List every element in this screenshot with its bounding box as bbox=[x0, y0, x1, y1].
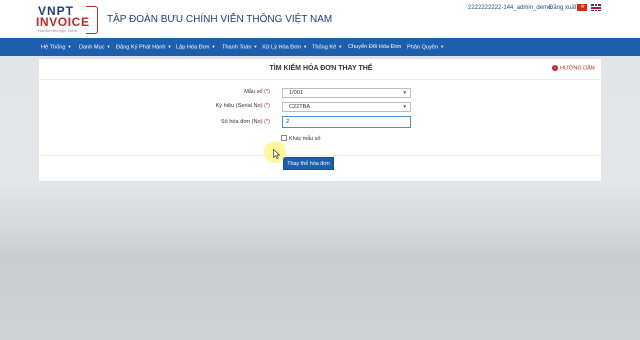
nav-label: Xử Lý Hóa Đơn bbox=[262, 44, 302, 51]
nav-item-thong-ke[interactable]: Thống Kê ▼ bbox=[312, 38, 342, 56]
nav-item-dang-ky-phat-hanh[interactable]: Đăng Ký Phát Hành ▼ bbox=[116, 38, 171, 56]
nav-label: Phân Quyền bbox=[407, 44, 439, 51]
ky-hieu-select[interactable]: C22TBA ▼ bbox=[282, 102, 411, 112]
mau-so-select[interactable]: 1/001 ▼ bbox=[282, 88, 411, 98]
ky-hieu-label-text: Ký hiệu (Serial No) bbox=[215, 103, 263, 109]
caret-down-icon: ▼ bbox=[440, 44, 445, 49]
nav-label: Thanh Toán bbox=[222, 44, 252, 51]
page-title: TÌM KIẾM HÓA ĐƠN THAY THẾ bbox=[269, 65, 373, 72]
khac-mau-so-label[interactable]: Khác mẫu số bbox=[289, 136, 320, 142]
caret-down-icon: ▼ bbox=[167, 44, 172, 49]
nav-item-he-thong[interactable]: Hệ Thống ▼ bbox=[41, 38, 71, 56]
nav-label: Chuyển Đổi Hóa Đơn bbox=[348, 44, 402, 50]
required-mark: (*) bbox=[264, 119, 270, 125]
nav-item-thanh-toan[interactable]: Thanh Toán ▼ bbox=[222, 38, 257, 56]
nav-label: Lập Hóa Đơn bbox=[176, 44, 210, 51]
caret-down-icon: ▼ bbox=[253, 44, 258, 49]
vnpt-invoice-logo[interactable]: VNPT INVOICE Hóa đơn tiện nghi. Giá trị bbox=[36, 4, 98, 35]
chevron-down-icon: ▼ bbox=[402, 90, 407, 95]
main-nav: Hệ Thống ▼ Danh Mục ▼ Đăng Ký Phát Hành ▼ L… bbox=[0, 38, 640, 56]
mau-so-value: 1/001 bbox=[289, 90, 303, 96]
nav-label: Danh Mục bbox=[79, 44, 105, 51]
so-hoa-don-input[interactable]: 2 bbox=[282, 116, 411, 128]
flag-vn-icon[interactable]: ★ bbox=[577, 4, 587, 11]
ky-hieu-label: Ký hiệu (Serial No) (*) bbox=[160, 103, 270, 109]
caret-down-icon: ▼ bbox=[67, 44, 72, 49]
replace-invoice-button[interactable]: Thay thế hóa đơn bbox=[283, 157, 334, 170]
so-hoa-don-label: Số hóa đơn (No) (*) bbox=[160, 119, 270, 125]
guide-label: HƯỚNG DẪN bbox=[560, 65, 595, 72]
info-icon: i bbox=[552, 65, 558, 71]
mau-so-label-text: Mẫu số bbox=[244, 89, 263, 95]
search-replacement-panel: TÌM KIẾM HÓA ĐƠN THAY THẾ i HƯỚNG DẪN Mẫu… bbox=[38, 58, 603, 182]
mouse-cursor-icon bbox=[273, 149, 281, 159]
nav-item-lap-hoa-don[interactable]: Lập Hóa Đơn ▼ bbox=[176, 38, 216, 56]
so-hoa-don-label-text: Số hóa đơn (No) bbox=[220, 119, 263, 125]
user-account-link[interactable]: 2222222222-144_admin_demo bbox=[468, 5, 551, 11]
logo-tagline: Hóa đơn tiện nghi. Giá trị bbox=[38, 29, 78, 33]
company-name: TẬP ĐOÀN BƯU CHÍNH VIỄN THÔNG VIỆT NAM bbox=[107, 14, 333, 25]
caret-down-icon: ▼ bbox=[338, 44, 343, 49]
chevron-down-icon: ▼ bbox=[402, 104, 407, 109]
khac-mau-so-checkbox[interactable] bbox=[281, 135, 287, 141]
nav-label: Thống Kê bbox=[312, 44, 337, 51]
logout-link[interactable]: Đăng xuất bbox=[549, 5, 576, 11]
form-divider bbox=[39, 155, 603, 156]
guide-link[interactable]: i HƯỚNG DẪN bbox=[552, 65, 595, 71]
nav-label: Hệ Thống bbox=[41, 44, 66, 51]
ky-hieu-value: C22TBA bbox=[289, 104, 311, 110]
header-bar: VNPT INVOICE Hóa đơn tiện nghi. Giá trị … bbox=[0, 0, 640, 38]
caret-down-icon: ▼ bbox=[211, 44, 216, 49]
nav-label: Đăng Ký Phát Hành bbox=[116, 44, 166, 51]
logo-frame-icon bbox=[86, 6, 98, 34]
nav-item-phan-quyen[interactable]: Phân Quyền ▼ bbox=[407, 38, 444, 56]
nav-item-chuyen-doi-hoa-don[interactable]: Chuyển Đổi Hóa Đơn bbox=[348, 38, 401, 56]
flag-uk-icon[interactable] bbox=[591, 4, 601, 11]
caret-down-icon: ▼ bbox=[106, 44, 111, 49]
required-mark: (*) bbox=[264, 89, 270, 95]
title-divider bbox=[39, 79, 603, 80]
logo-text-invoice: INVOICE bbox=[36, 15, 90, 29]
nav-item-xu-ly-hoa-don[interactable]: Xử Lý Hóa Đơn ▼ bbox=[262, 38, 307, 56]
mau-so-label: Mẫu số (*) bbox=[160, 89, 270, 95]
required-mark: (*) bbox=[264, 103, 270, 109]
nav-item-danh-muc[interactable]: Danh Mục ▼ bbox=[79, 38, 110, 56]
caret-down-icon: ▼ bbox=[303, 44, 308, 49]
